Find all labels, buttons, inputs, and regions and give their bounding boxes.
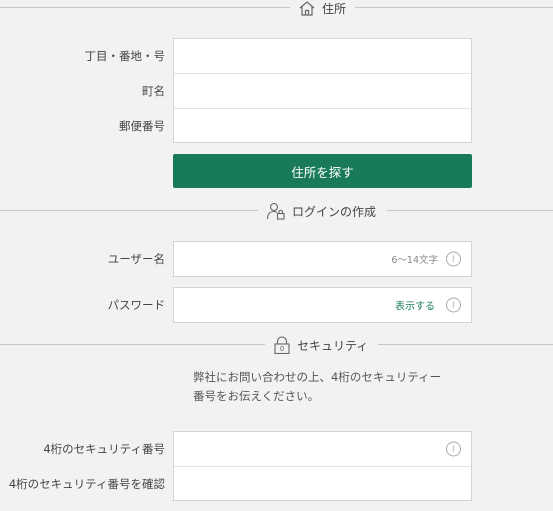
postal-label: 郵便番号 xyxy=(119,119,165,133)
security-confirm-label: 4桁のセキュリティ番号を確認 xyxy=(8,477,165,491)
house-icon xyxy=(298,0,316,16)
security-confirm-input[interactable] xyxy=(174,467,471,500)
security-note-line: 番号をお伝えください。 xyxy=(193,389,320,403)
postal-field[interactable] xyxy=(173,108,472,143)
padlock-digit: 0 xyxy=(279,345,285,353)
address-section-divider: 住所 xyxy=(0,0,553,18)
info-icon[interactable]: i xyxy=(446,441,461,457)
password-label: パスワード xyxy=(107,298,166,312)
security-section-heading: 0 セキュリティ xyxy=(265,335,377,355)
info-icon[interactable]: i xyxy=(446,297,461,313)
town-field[interactable] xyxy=(173,73,472,108)
security-note: 弊社にお問い合わせの上、4桁のセキュリティー 番号をお伝えください。 xyxy=(193,368,441,406)
chome-label: 丁目・番地・号 xyxy=(84,49,166,63)
security-section-title: セキュリティ xyxy=(297,338,369,353)
town-label: 町名 xyxy=(142,84,165,98)
divider-line-left xyxy=(0,7,290,8)
password-field[interactable]: 表示する i xyxy=(173,287,472,323)
postal-input[interactable] xyxy=(174,109,471,142)
user-lock-icon xyxy=(266,202,286,220)
login-section-title: ログインの作成 xyxy=(292,204,377,219)
chome-input[interactable] xyxy=(174,39,471,73)
divider-line-right xyxy=(355,7,553,8)
search-address-button[interactable]: 住所を探す xyxy=(173,154,472,188)
username-hint: 6〜14文字 xyxy=(391,255,438,266)
chome-field[interactable] xyxy=(173,38,472,73)
info-icon[interactable]: i xyxy=(446,251,461,267)
divider-line-left xyxy=(0,210,258,211)
security-section-divider: 0 セキュリティ xyxy=(0,335,553,355)
divider-line-left xyxy=(0,344,265,345)
username-label: ユーザー名 xyxy=(107,252,165,266)
login-section-divider: ログインの作成 xyxy=(0,201,553,221)
divider-line-right xyxy=(387,210,553,211)
address-section-title: 住所 xyxy=(322,1,347,16)
security-code-input[interactable] xyxy=(174,432,471,466)
divider-line-right xyxy=(378,344,553,345)
login-section-heading: ログインの作成 xyxy=(258,201,385,221)
town-input[interactable] xyxy=(174,74,471,108)
security-code-field[interactable]: i xyxy=(173,431,472,466)
username-field[interactable]: 6〜14文字 i xyxy=(173,241,472,277)
security-code-label: 4桁のセキュリティ番号 xyxy=(43,442,165,456)
security-note-line: 弊社にお問い合わせの上、4桁のセキュリティー xyxy=(193,370,442,384)
show-password-link[interactable]: 表示する xyxy=(395,298,435,313)
security-confirm-field[interactable] xyxy=(173,466,472,501)
address-section-heading: 住所 xyxy=(290,0,355,18)
padlock-icon: 0 xyxy=(273,336,291,354)
